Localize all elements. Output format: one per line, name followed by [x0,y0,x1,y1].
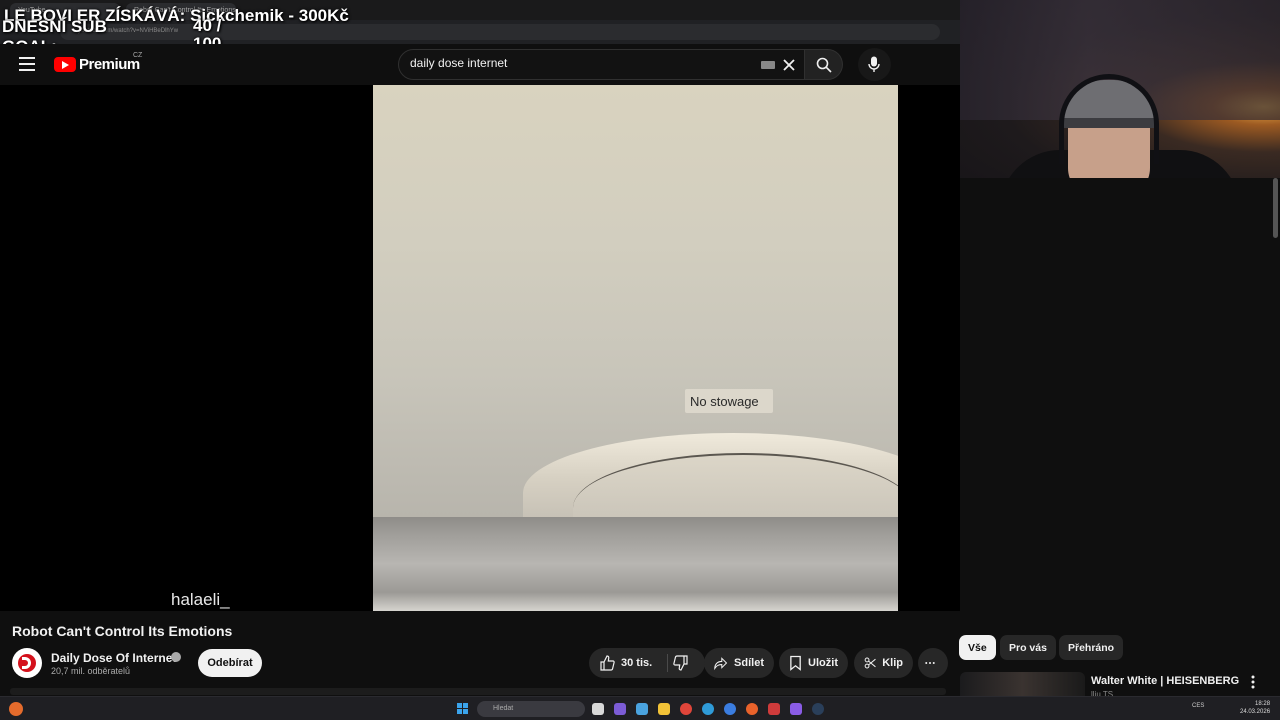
clock-date: 24.03.2026 [1240,709,1271,715]
recommendation-title[interactable]: Walter White | HEISENBERG [1091,675,1239,687]
video-title: Robot Can't Control Its Emotions [12,623,233,639]
file-explorer-icon[interactable] [658,703,670,715]
chip-for-you[interactable]: Pro vás [1000,635,1056,660]
more-vertical-icon[interactable] [1250,675,1256,689]
clock-time: 18:28 [1255,701,1271,707]
keyboard-icon[interactable] [761,61,775,69]
webcam-headset [1059,74,1159,164]
country-code: CZ [133,52,143,59]
chip-watched[interactable]: Přehráno [1059,635,1124,660]
scissors-icon [864,657,876,669]
youtube-logo[interactable]: Premium CZ [54,52,142,73]
video-watermark: halaeli_ [171,590,230,609]
search-input[interactable] [410,56,750,70]
windows-start-icon[interactable] [457,703,469,715]
thumbs-down-icon[interactable] [673,655,689,671]
subscribe-button[interactable]: Odebírat [198,649,262,677]
subscriber-count: 20,7 mil. odběratelů [51,666,131,676]
like-dislike-group: 30 tis. [589,648,705,678]
like-separator [667,654,668,672]
video-frame[interactable]: No stowage [373,85,898,611]
youtube-play-icon [54,57,76,72]
share-button[interactable]: Sdílet [704,648,774,678]
edge-icon[interactable] [702,703,714,715]
youtube-masthead: Premium CZ [0,44,960,85]
more-actions-button[interactable] [918,648,948,678]
chip-all[interactable]: Vše [959,635,996,660]
more-horizontal-icon [925,662,935,664]
logo-text: Premium [79,56,140,73]
task-view-icon[interactable] [592,703,604,715]
goal-label-line1: DNESNÍ SUB [2,17,107,36]
clip-button[interactable]: Klip [854,648,913,678]
verified-icon [171,652,181,662]
search-icon [816,57,832,73]
goal-value-line1: 40 / [193,16,222,35]
app-icon[interactable] [724,703,736,715]
chrome-icon[interactable] [680,703,692,715]
windows-taskbar: Hledat CES 18:28 24.03.2026 [0,696,1280,720]
channel-name[interactable]: Daily Dose Of Internet [51,651,176,665]
save-label: Uložit [808,657,838,669]
search-box [398,49,805,80]
address-bar[interactable]: youtube.com/watch?v=NViHBeDlhYw [60,24,940,40]
taskbar-search[interactable]: Hledat [477,701,585,717]
steam-icon[interactable] [812,703,824,715]
voice-search-button[interactable] [858,48,891,81]
horizontal-scrollbar[interactable] [10,688,946,695]
channel-avatar[interactable] [12,648,42,678]
recommendation-thumbnail[interactable] [960,672,1085,697]
app-icon-2[interactable] [768,703,780,715]
save-button[interactable]: Uložit [779,648,848,678]
widgets-icon[interactable] [614,703,626,715]
twitch-icon[interactable] [790,703,802,715]
weather-icon[interactable] [9,702,23,716]
menu-icon[interactable] [19,57,35,71]
taskbar-clock[interactable]: 18:28 24.03.2026 [1240,700,1270,716]
thumbs-up-icon[interactable] [599,655,615,671]
bookmark-icon [790,655,801,671]
share-icon [714,657,728,671]
mic-icon [868,56,880,72]
search-button[interactable] [805,49,843,80]
share-label: Sdílet [734,657,764,669]
firefox-icon[interactable] [746,703,758,715]
like-count[interactable]: 30 tis. [621,657,652,669]
no-stowage-sign: No stowage [685,389,773,413]
webcam-feed [960,0,1280,178]
store-icon[interactable] [636,703,648,715]
language-indicator[interactable]: CES [1192,703,1204,709]
clear-icon[interactable] [782,58,796,72]
shelf [373,517,898,611]
page-scrollbar[interactable] [1273,178,1278,238]
clip-label: Klip [882,657,903,669]
